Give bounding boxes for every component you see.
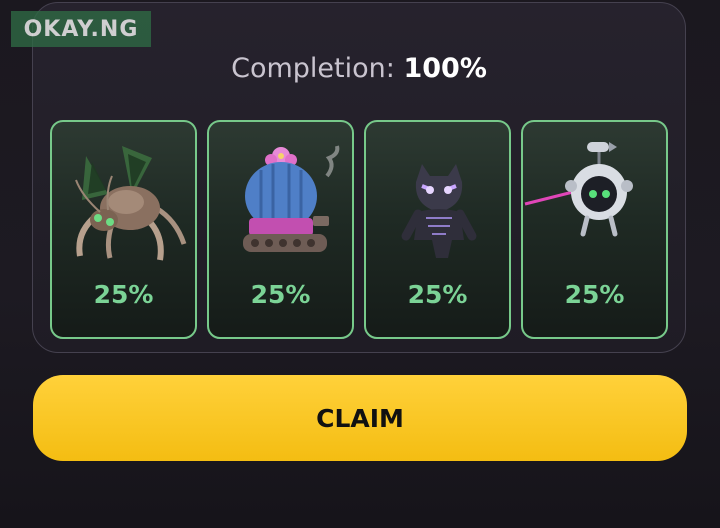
completion-label: Completion: (231, 53, 395, 84)
card-percent: 25% (93, 280, 154, 309)
claim-button[interactable]: CLAIM (33, 375, 687, 461)
completion-status: Completion: 100% (33, 53, 685, 84)
completion-value: 100% (403, 53, 487, 84)
reward-cards: 25% 25% 25% 25% (50, 120, 670, 342)
card-percent: 25% (250, 280, 311, 309)
spider-robot-icon (52, 136, 195, 266)
card-percent: 25% (564, 280, 625, 309)
drone-robot-icon (523, 136, 666, 266)
completion-panel: Completion: 100% 25% 25% 25% 25% (32, 2, 686, 353)
cactus-tank-icon (209, 136, 352, 266)
reward-card[interactable]: 25% (364, 120, 511, 339)
card-percent: 25% (407, 280, 468, 309)
reward-card[interactable]: 25% (50, 120, 197, 339)
watermark-logo: OKAY.NG (11, 11, 151, 47)
reward-card[interactable]: 25% (207, 120, 354, 339)
panther-hero-icon (366, 136, 509, 266)
reward-card[interactable]: 25% (521, 120, 668, 339)
